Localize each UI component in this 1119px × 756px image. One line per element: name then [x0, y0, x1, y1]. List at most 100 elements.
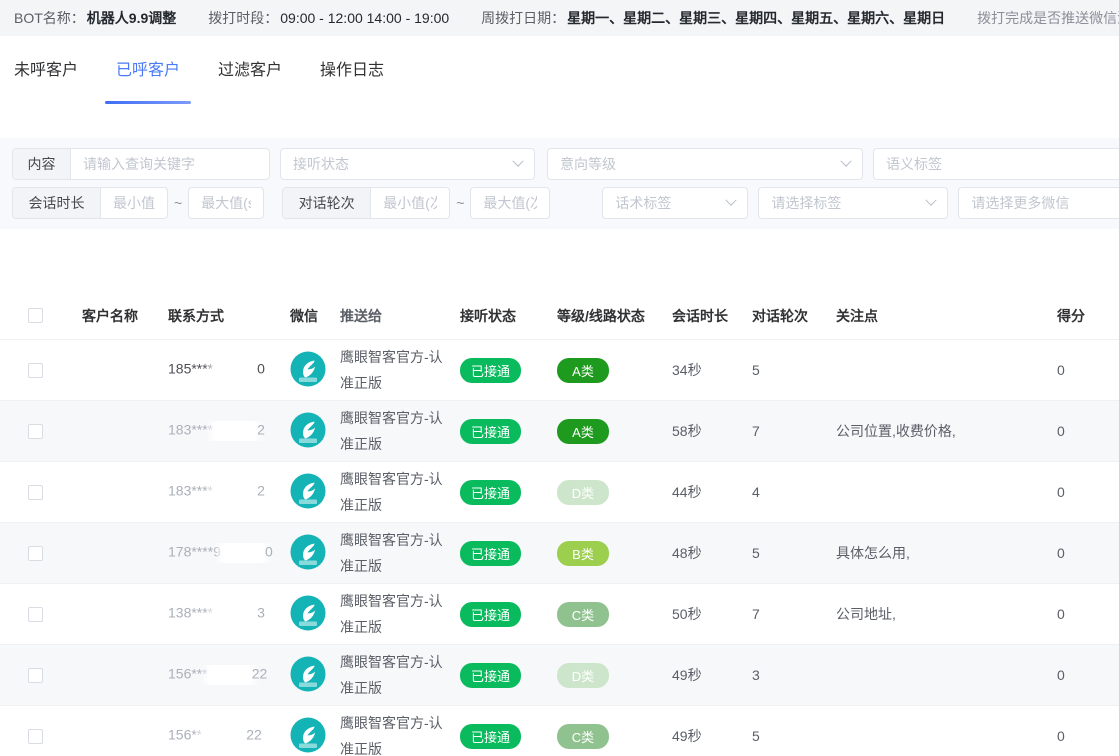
cell-phone: 156***22: [160, 665, 285, 685]
col-push-to: 推送给: [335, 303, 453, 329]
cell-phone: 156**22: [160, 726, 285, 746]
answer-status-badge: 已接通: [460, 419, 521, 444]
level-badge: C类: [557, 602, 609, 627]
col-customer-name: 客户名称: [70, 306, 160, 326]
rounds-max-input[interactable]: [471, 188, 549, 218]
chevron-down-icon: [926, 195, 937, 206]
answer-status-badge: 已接通: [460, 480, 521, 505]
cell-dialog-rounds: 7: [745, 606, 830, 622]
intent-level-select[interactable]: 意向等级: [547, 148, 863, 180]
table-body: 185****0 鹰眼智客官方-认准正版 已接通 A类 34秒 5 0 183*…: [0, 339, 1119, 756]
tab-bar: 未呼客户 已呼客户 过滤客户 操作日志: [0, 36, 1119, 118]
chevron-down-icon: [840, 156, 851, 167]
table-row: 138****3 鹰眼智客官方-认准正版 已接通 C类 50秒 7 公司地址, …: [0, 583, 1119, 644]
cell-dialog-rounds: 4: [745, 484, 830, 500]
table-row: 156***22 鹰眼智客官方-认准正版 已接通 D类 49秒 3 0: [0, 644, 1119, 705]
row-checkbox[interactable]: [28, 668, 43, 683]
row-checkbox[interactable]: [28, 607, 43, 622]
content-filter: 内容: [12, 148, 270, 180]
session-duration-label: 会话时长: [13, 188, 101, 218]
cell-focus-points: 具体怎么用,: [830, 543, 1040, 563]
table-row: 183****2 鹰眼智客官方-认准正版 已接通 D类 44秒 4 0: [0, 461, 1119, 522]
select-tag-select[interactable]: 请选择标签: [758, 187, 948, 219]
cell-dialog-rounds: 5: [745, 362, 830, 378]
level-badge: B类: [557, 541, 609, 566]
table-row: 183****2 鹰眼智客官方-认准正版 已接通 A类 58秒 7 公司位置,收…: [0, 400, 1119, 461]
row-checkbox[interactable]: [28, 363, 43, 378]
level-badge: D类: [557, 663, 609, 688]
phone-blur-mask: [203, 726, 245, 746]
col-level-line-status: 等级/线路状态: [545, 306, 665, 326]
call-period-value: 09:00 - 12:00 14:00 - 19:00: [280, 10, 449, 26]
cell-push-to: 鹰眼智客官方-认准正版: [335, 649, 453, 701]
col-answer-status: 接听状态: [455, 306, 545, 326]
duration-range-separator: ~: [174, 195, 182, 211]
cell-session-duration: 50秒: [665, 604, 745, 624]
tab-filtered-customers[interactable]: 过滤客户: [218, 56, 282, 118]
weekday-value: 星期一、星期二、星期三、星期四、星期五、星期六、星期日: [567, 8, 945, 28]
weekday-group: 周拨打日期： 星期一、星期二、星期三、星期四、星期五、星期六、星期日: [481, 8, 945, 28]
table-header-row: 客户名称 联系方式 微信 推送给 接听状态 等级/线路状态 会话时长 对话轮次 …: [0, 292, 1119, 339]
cell-score: 0: [1040, 606, 1119, 622]
filter-row-1: 内容 接听状态 意向等级: [12, 148, 1119, 180]
phone-blur-mask: [214, 482, 256, 502]
wechat-avatar-icon: [290, 717, 326, 753]
script-tag-select[interactable]: 话术标签: [602, 187, 748, 219]
row-checkbox[interactable]: [28, 485, 43, 500]
wechat-avatar-icon: [290, 595, 326, 631]
select-tag-placeholder: 请选择标签: [771, 193, 841, 213]
col-focus-points: 关注点: [830, 306, 1040, 326]
phone-blur-mask: [209, 665, 251, 685]
semantic-tag-filter: [873, 148, 1119, 180]
table-row: 185****0 鹰眼智客官方-认准正版 已接通 A类 34秒 5 0: [0, 339, 1119, 400]
duration-max-input[interactable]: [189, 188, 263, 218]
cell-push-to: 鹰眼智客官方-认准正版: [335, 588, 453, 640]
semantic-tag-input[interactable]: [874, 149, 1119, 179]
cell-score: 0: [1040, 484, 1119, 500]
answer-status-badge: 已接通: [460, 663, 521, 688]
called-customers-table: 客户名称 联系方式 微信 推送给 接听状态 等级/线路状态 会话时长 对话轮次 …: [0, 292, 1119, 756]
bot-name-group: BOT名称： 机器人9.9调整: [14, 8, 176, 28]
answer-status-badge: 已接通: [460, 541, 521, 566]
answer-status-badge: 已接通: [460, 358, 521, 383]
script-tag-placeholder: 话术标签: [615, 193, 671, 213]
cell-score: 0: [1040, 667, 1119, 683]
more-wechat-filter: [958, 187, 1119, 219]
duration-max-box: [188, 187, 264, 219]
cell-session-duration: 49秒: [665, 726, 745, 746]
col-session-duration: 会话时长: [665, 306, 745, 326]
cell-phone: 185****0: [160, 360, 285, 380]
table-row: 156**22 鹰眼智客官方-认准正版 已接通 C类 49秒 5 0: [0, 705, 1119, 756]
level-badge: D类: [557, 480, 609, 505]
cell-dialog-rounds: 7: [745, 423, 830, 439]
phone-blur-mask: [214, 360, 256, 380]
col-contact: 联系方式: [160, 306, 285, 326]
cell-push-to: 鹰眼智客官方-认准正版: [335, 405, 453, 457]
cell-dialog-rounds: 5: [745, 728, 830, 744]
bot-info-bar: BOT名称： 机器人9.9调整 拨打时段： 09:00 - 12:00 14:0…: [0, 0, 1119, 36]
row-checkbox[interactable]: [28, 546, 43, 561]
call-period-label: 拨打时段：: [208, 8, 278, 28]
dialog-rounds-label: 对话轮次: [283, 188, 371, 218]
cell-phone: 183****2: [160, 421, 285, 441]
tab-called-customers[interactable]: 已呼客户: [116, 56, 180, 118]
level-badge: A类: [557, 358, 609, 383]
rounds-max-box: [470, 187, 550, 219]
tab-uncalled-customers[interactable]: 未呼客户: [14, 56, 78, 118]
cell-session-duration: 48秒: [665, 543, 745, 563]
answer-status-select[interactable]: 接听状态: [280, 148, 535, 180]
rounds-range-separator: ~: [456, 195, 464, 211]
tab-operation-log[interactable]: 操作日志: [320, 56, 384, 118]
cell-phone: 178****90: [160, 543, 285, 563]
select-all-checkbox[interactable]: [28, 308, 43, 323]
content-keyword-input[interactable]: [71, 149, 269, 179]
answer-status-badge: 已接通: [460, 724, 521, 749]
rounds-min-input[interactable]: [371, 188, 449, 218]
answer-status-placeholder: 接听状态: [293, 154, 349, 174]
row-checkbox[interactable]: [28, 424, 43, 439]
duration-min-input[interactable]: [101, 188, 167, 218]
cell-phone: 183****2: [160, 482, 285, 502]
session-duration-filter: 会话时长: [12, 187, 168, 219]
more-wechat-input[interactable]: [959, 188, 1119, 218]
row-checkbox[interactable]: [28, 729, 43, 744]
